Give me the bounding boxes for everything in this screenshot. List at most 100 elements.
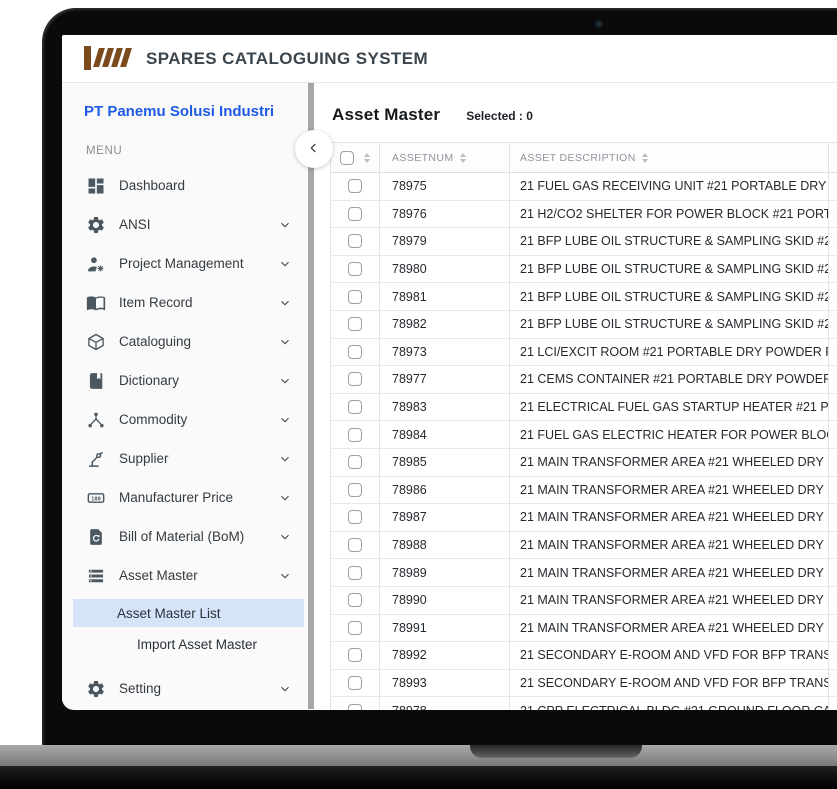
cell-description: 21 H2/CO2 SHELTER FOR POWER BLOCK #21 PO…: [509, 200, 828, 228]
row-checkbox[interactable]: [348, 455, 362, 470]
row-checkbox[interactable]: [348, 427, 362, 442]
chevron-down-icon: [278, 682, 292, 696]
cell-extra: [828, 559, 837, 586]
table-row[interactable]: 78982 21 BFP LUBE OIL STRUCTURE & SAMPLIN…: [331, 310, 837, 339]
row-checkbox[interactable]: [348, 648, 362, 663]
row-checkbox[interactable]: [348, 400, 362, 415]
row-checkbox[interactable]: [348, 262, 362, 277]
row-checkbox[interactable]: [348, 372, 362, 387]
row-checkbox-cell: [331, 394, 379, 421]
table-row[interactable]: 78980 21 BFP LUBE OIL STRUCTURE & SAMPLIN…: [331, 255, 837, 284]
row-checkbox-cell: [331, 339, 379, 366]
cell-assetnum: 78985: [379, 448, 509, 476]
cell-extra: [828, 366, 837, 393]
row-checkbox[interactable]: [348, 703, 362, 710]
table-row[interactable]: 78985 21 MAIN TRANSFORMER AREA #21 WHEELE…: [331, 448, 837, 477]
cell-assetnum: 78983: [379, 393, 509, 421]
sidebar-item-ansi[interactable]: ANSI: [62, 205, 308, 244]
sidebar-item-label: Setting: [119, 681, 162, 696]
sidebar-item-commodity[interactable]: Commodity: [62, 400, 308, 439]
row-checkbox[interactable]: [348, 675, 362, 690]
sidebar-item-setting[interactable]: Setting: [62, 669, 308, 708]
row-checkbox[interactable]: [348, 289, 362, 304]
row-checkbox[interactable]: [348, 510, 362, 525]
sidebar-item-label: Commodity: [119, 412, 188, 427]
select-all-header-cell[interactable]: [331, 143, 379, 172]
row-checkbox[interactable]: [348, 538, 362, 553]
sidebar-item-supplier[interactable]: Supplier: [62, 439, 308, 478]
cell-description: 21 ELECTRICAL FUEL GAS STARTUP HEATER #2…: [509, 393, 828, 421]
menu-section-label: MENU: [86, 145, 123, 157]
chevron-down-icon: [278, 413, 292, 427]
row-checkbox[interactable]: [348, 620, 362, 635]
sidebar-item-project-management[interactable]: Project Management: [62, 244, 308, 283]
table-row[interactable]: 78986 21 MAIN TRANSFORMER AREA #21 WHEELE…: [331, 476, 837, 505]
sidebar-subitem-asset-master-list[interactable]: Asset Master List: [73, 599, 304, 627]
row-checkbox[interactable]: [348, 344, 362, 359]
select-all-checkbox[interactable]: [340, 150, 354, 165]
column-header-description[interactable]: ASSET DESCRIPTION: [509, 143, 828, 172]
table-row[interactable]: 78988 21 MAIN TRANSFORMER AREA #21 WHEELE…: [331, 531, 837, 560]
cell-description: 21 CEMS CONTAINER #21 PORTABLE DRY POWDE…: [509, 366, 828, 393]
table-row[interactable]: 78990 21 MAIN TRANSFORMER AREA #21 WHEELE…: [331, 586, 837, 615]
table-row[interactable]: 78989 21 MAIN TRANSFORMER AREA #21 WHEELE…: [331, 559, 837, 587]
chevron-down-icon: [278, 569, 292, 583]
sort-icon: [364, 152, 370, 163]
row-checkbox[interactable]: [348, 593, 362, 608]
manufacturer-price-icon: 100: [86, 488, 106, 508]
table-row[interactable]: 78973 21 LCI/EXCIT ROOM #21 PORTABLE DRY …: [331, 338, 837, 367]
asset-table: ASSETNUM ASSET DESCRIPTION 78975 21 FUEL …: [330, 142, 837, 710]
cell-description: 21 MAIN TRANSFORMER AREA #21 WHEELED DRY…: [509, 531, 828, 559]
chevron-down-icon: [278, 257, 292, 271]
table-row[interactable]: 78979 21 BFP LUBE OIL STRUCTURE & SAMPLIN…: [331, 228, 837, 256]
cell-description: 21 FUEL GAS RECEIVING UNIT #21 PORTABLE …: [509, 173, 828, 200]
sidebar-item-dashboard[interactable]: Dashboard: [62, 166, 308, 205]
table-row[interactable]: 78977 21 CEMS CONTAINER #21 PORTABLE DRY …: [331, 366, 837, 394]
cell-assetnum: 78993: [379, 669, 509, 697]
app-window: SPARES CATALOGUING SYSTEM PT Panemu Solu…: [62, 35, 837, 710]
sidebar-item-cataloguing[interactable]: Cataloguing: [62, 322, 308, 361]
table-row[interactable]: 78987 21 MAIN TRANSFORMER AREA #21 WHEELE…: [331, 504, 837, 532]
table-row[interactable]: 7897821 CPP ELECTRICAL BLDG #21 GROUND F…: [331, 697, 837, 710]
app-body: PT Panemu Solusi Industri MENU Dashboard…: [62, 83, 837, 710]
table-row[interactable]: 78976 21 H2/CO2 SHELTER FOR POWER BLOCK #…: [331, 200, 837, 229]
row-checkbox[interactable]: [348, 565, 362, 580]
cell-extra: [828, 421, 837, 448]
row-checkbox[interactable]: [348, 317, 362, 332]
main-content: Asset Master Selected : 0 ASSETNUM ASSET…: [314, 83, 837, 710]
sidebar-collapse-button[interactable]: [295, 130, 333, 168]
table-row[interactable]: 78981 21 BFP LUBE OIL STRUCTURE & SAMPLIN…: [331, 283, 837, 311]
cell-assetnum: 78986: [379, 476, 509, 504]
table-row[interactable]: 78992 21 SECONDARY E-ROOM AND VFD FOR BFP…: [331, 642, 837, 670]
table-row[interactable]: 78975 21 FUEL GAS RECEIVING UNIT #21 PORT…: [331, 173, 837, 201]
table-row[interactable]: 78993 21 SECONDARY E-ROOM AND VFD FOR BFP…: [331, 669, 837, 698]
chevron-down-icon: [278, 296, 292, 310]
row-checkbox[interactable]: [348, 234, 362, 249]
sidebar-item-manufacturer-price[interactable]: 100 Manufacturer Price: [62, 478, 308, 517]
sidebar-item-bill-of-material-bom[interactable]: Bill of Material (BoM): [62, 517, 308, 556]
column-header-assetnum[interactable]: ASSETNUM: [379, 143, 509, 172]
table-row[interactable]: 78984 21 FUEL GAS ELECTRIC HEATER FOR POW…: [331, 421, 837, 449]
sidebar-item-item-record[interactable]: Item Record: [62, 283, 308, 322]
row-checkbox[interactable]: [348, 179, 362, 194]
cell-assetnum: 78987: [379, 504, 509, 531]
sidebar-item-label: ANSI: [119, 217, 151, 232]
sidebar-subitem-import-asset-master[interactable]: Import Asset Master: [73, 627, 304, 661]
commodity-icon: [86, 410, 106, 430]
table-row[interactable]: 78983 21 ELECTRICAL FUEL GAS STARTUP HEAT…: [331, 393, 837, 422]
sidebar-item-asset-master[interactable]: Asset Master: [62, 556, 308, 595]
webcam-icon: [596, 21, 602, 27]
page-title: Asset Master: [332, 105, 441, 124]
row-checkbox[interactable]: [348, 482, 362, 497]
sidebar-item-dictionary[interactable]: Dictionary: [62, 361, 308, 400]
chevron-down-icon: [278, 374, 292, 388]
cell-assetnum: 78991: [379, 614, 509, 642]
cell-description: 21 SECONDARY E-ROOM AND VFD FOR BFP TRAN…: [509, 642, 828, 669]
cell-description: 21 MAIN TRANSFORMER AREA #21 WHEELED DRY…: [509, 476, 828, 504]
cell-description: 21 BFP LUBE OIL STRUCTURE & SAMPLING SKI…: [509, 283, 828, 310]
table-row[interactable]: 78991 21 MAIN TRANSFORMER AREA #21 WHEELE…: [331, 614, 837, 643]
row-checkbox[interactable]: [348, 206, 362, 221]
row-checkbox-cell: [331, 201, 379, 228]
cell-description: 21 LCI/EXCIT ROOM #21 PORTABLE DRY POWDE…: [509, 338, 828, 366]
column-header-extra: [828, 143, 837, 172]
